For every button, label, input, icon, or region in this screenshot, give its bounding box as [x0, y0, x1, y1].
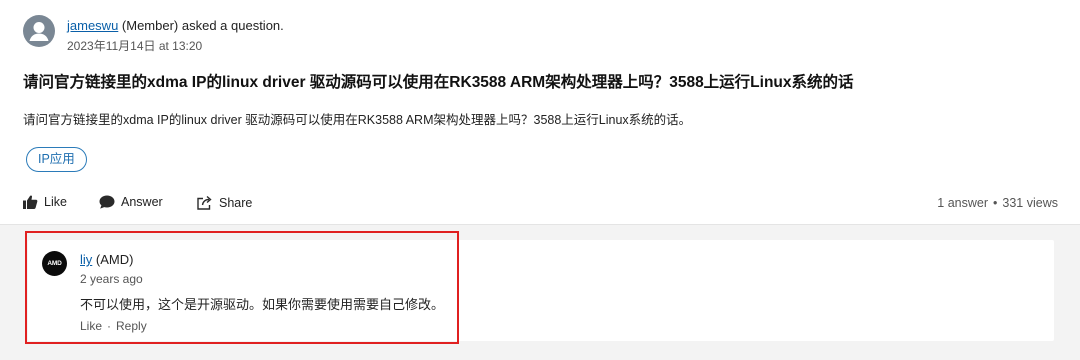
question-timestamp: 2023年11月14日 at 13:20 [67, 39, 203, 53]
highlight-box [25, 231, 459, 344]
thumbs-up-icon [23, 195, 38, 209]
share-icon [197, 195, 212, 210]
share-button[interactable]: Share [197, 195, 252, 210]
speech-bubble-icon [99, 195, 115, 209]
question-title: 请问官方链接里的xdma IP的linux driver 驱动源码可以使用在RK… [23, 74, 854, 91]
author-role-text: (Member) asked a question. [118, 18, 284, 33]
answer-count: 1 answer [937, 196, 989, 210]
question-body: 请问官方链接里的xdma IP的linux driver 驱动源码可以使用在RK… [23, 113, 692, 127]
question-author-line: jameswu (Member) asked a question. [67, 18, 284, 33]
question-stats: 1 answer • 331 views [937, 196, 1058, 210]
author-avatar[interactable] [23, 15, 55, 47]
topic-tag[interactable]: IP应用 [26, 147, 87, 172]
answer-button[interactable]: Answer [99, 195, 163, 209]
like-label: Like [44, 195, 67, 209]
answer-label: Answer [121, 195, 163, 209]
like-button[interactable]: Like [23, 195, 67, 209]
share-label: Share [219, 195, 253, 210]
user-icon [29, 22, 49, 41]
stats-separator: • [993, 196, 998, 210]
author-link[interactable]: jameswu [67, 18, 118, 33]
view-count: 331 views [1002, 196, 1058, 210]
